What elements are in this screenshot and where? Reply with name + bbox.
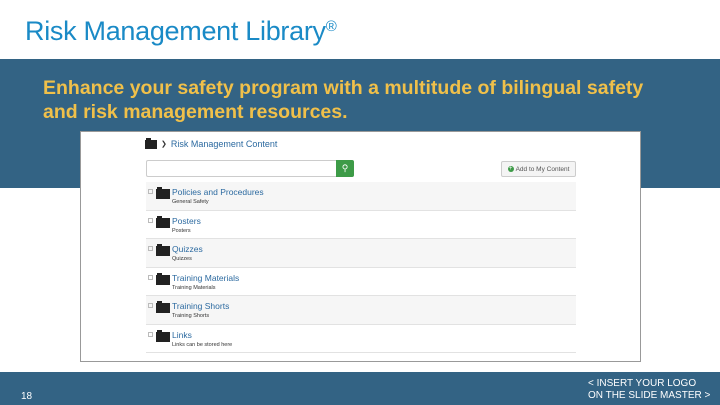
folder-icon bbox=[156, 187, 170, 199]
checkbox[interactable] bbox=[148, 217, 153, 223]
page-number: 18 bbox=[21, 391, 33, 402]
content-list: Policies and Procedures General Safety Pos… bbox=[146, 182, 576, 353]
item-name[interactable]: Posters bbox=[172, 216, 201, 226]
breadcrumb-current[interactable]: Risk Management Content bbox=[171, 139, 278, 149]
slide-title: Risk Management Library® bbox=[25, 16, 337, 46]
item-description: Training Materials bbox=[172, 284, 216, 291]
list-item[interactable]: Quizzes Quizzes bbox=[146, 239, 576, 268]
footer-band: 18 < INSERT YOUR LOGO ON THE SLIDE MASTER… bbox=[0, 372, 720, 405]
search-icon: ⚲ bbox=[341, 163, 349, 173]
folder-icon bbox=[156, 272, 170, 285]
checkbox[interactable] bbox=[148, 274, 153, 280]
checkbox[interactable] bbox=[148, 189, 153, 194]
folder-icon bbox=[156, 301, 170, 313]
item-name[interactable]: Training Shorts bbox=[172, 301, 229, 311]
list-item[interactable]: Policies and Procedures General Safety bbox=[146, 182, 576, 211]
list-item[interactable]: Training Materials Training Materials bbox=[146, 268, 576, 296]
plus-icon: + bbox=[507, 166, 514, 172]
item-description: Posters bbox=[172, 227, 191, 234]
item-name[interactable]: Links bbox=[172, 330, 192, 340]
item-name[interactable]: Quizzes bbox=[172, 244, 203, 254]
item-description: Quizzes bbox=[172, 256, 192, 262]
add-to-my-content-button[interactable]: + Add to My Content bbox=[501, 161, 576, 177]
item-description: Training Shorts bbox=[172, 313, 210, 319]
list-item[interactable]: Links Links can be stored here bbox=[146, 325, 576, 353]
slide-subtitle: Enhance your safety program with a multi… bbox=[43, 77, 644, 123]
folder-icon[interactable] bbox=[145, 137, 157, 149]
checkbox[interactable] bbox=[148, 246, 153, 251]
checkbox[interactable] bbox=[148, 331, 153, 337]
folder-icon bbox=[156, 215, 170, 228]
item-description: Links can be stored here bbox=[172, 341, 233, 348]
folder-icon bbox=[156, 244, 170, 256]
item-description: General Safety bbox=[172, 199, 209, 205]
item-name[interactable]: Policies and Procedures bbox=[172, 187, 264, 197]
folder-icon bbox=[156, 329, 170, 342]
checkbox[interactable] bbox=[148, 303, 153, 308]
item-name[interactable]: Training Materials bbox=[172, 273, 239, 283]
search-input[interactable] bbox=[146, 160, 336, 177]
list-item[interactable]: Posters Posters bbox=[146, 211, 576, 239]
logo-placeholder: < INSERT YOUR LOGO ON THE SLIDE MASTER > bbox=[588, 378, 711, 401]
app-screenshot: ❯ Risk Management Content ⚲ + Add to My C… bbox=[80, 131, 641, 362]
list-item[interactable]: Training Shorts Training Shorts bbox=[146, 296, 576, 325]
breadcrumb: ❯ Risk Management Content bbox=[145, 137, 278, 149]
chevron-right-icon: ❯ bbox=[161, 141, 167, 148]
search-button[interactable]: ⚲ bbox=[336, 160, 354, 177]
registered-mark: ® bbox=[325, 18, 337, 35]
